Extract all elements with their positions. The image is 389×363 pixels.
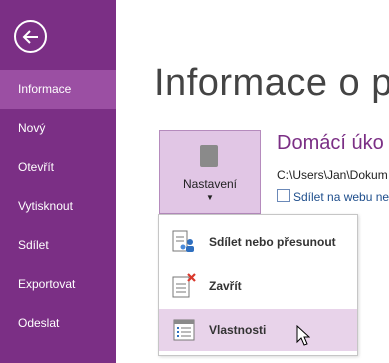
sidebar-nav: Informace Nový Otevřít Vytisknout Sdílet… — [0, 70, 116, 343]
properties-icon — [173, 319, 195, 341]
notebook-path: C:\Users\Jan\Dokum — [277, 168, 388, 182]
notebook-title: Domácí úko — [277, 132, 384, 154]
close-notebook-icon — [172, 273, 196, 298]
share-web-link-label: Sdílet na webu ne — [293, 190, 389, 204]
back-button[interactable] — [14, 20, 47, 53]
sidebar-item-otevrit[interactable]: Otevřít — [0, 148, 116, 187]
sidebar-item-novy[interactable]: Nový — [0, 109, 116, 148]
share-people-icon — [172, 230, 194, 252]
menu-item-label: Zavřít — [209, 279, 242, 293]
menu-item-close[interactable]: Zavřít — [159, 265, 357, 307]
sidebar-item-sdilet[interactable]: Sdílet — [0, 226, 116, 265]
settings-dropdown-menu: Sdílet nebo přesunout Zavřít Vlastnosti — [158, 214, 358, 356]
menu-item-label: Sdílet nebo přesunout — [209, 235, 336, 249]
dropdown-caret-icon: ▼ — [206, 193, 214, 202]
menu-item-label: Vlastnosti — [209, 323, 267, 337]
sidebar-item-informace[interactable]: Informace — [0, 70, 116, 109]
page-title: Informace o p — [154, 62, 389, 104]
share-web-link[interactable]: Sdílet na webu ne — [277, 189, 389, 204]
sidebar-item-vytisknout[interactable]: Vytisknout — [0, 187, 116, 226]
notebook-settings-icon — [200, 145, 218, 167]
back-arrow-icon — [22, 29, 38, 44]
sidebar-item-odeslat[interactable]: Odeslat — [0, 304, 116, 343]
menu-item-properties[interactable]: Vlastnosti — [159, 309, 357, 351]
sidebar-item-exportovat[interactable]: Exportovat — [0, 265, 116, 304]
share-icon — [277, 189, 290, 202]
menu-item-share-move[interactable]: Sdílet nebo přesunout — [159, 221, 357, 263]
settings-button[interactable]: Nastavení ▼ — [159, 130, 261, 214]
settings-button-label: Nastavení — [182, 177, 238, 191]
sidebar: Informace Nový Otevřít Vytisknout Sdílet… — [0, 0, 116, 363]
mouse-cursor-icon — [296, 325, 310, 346]
